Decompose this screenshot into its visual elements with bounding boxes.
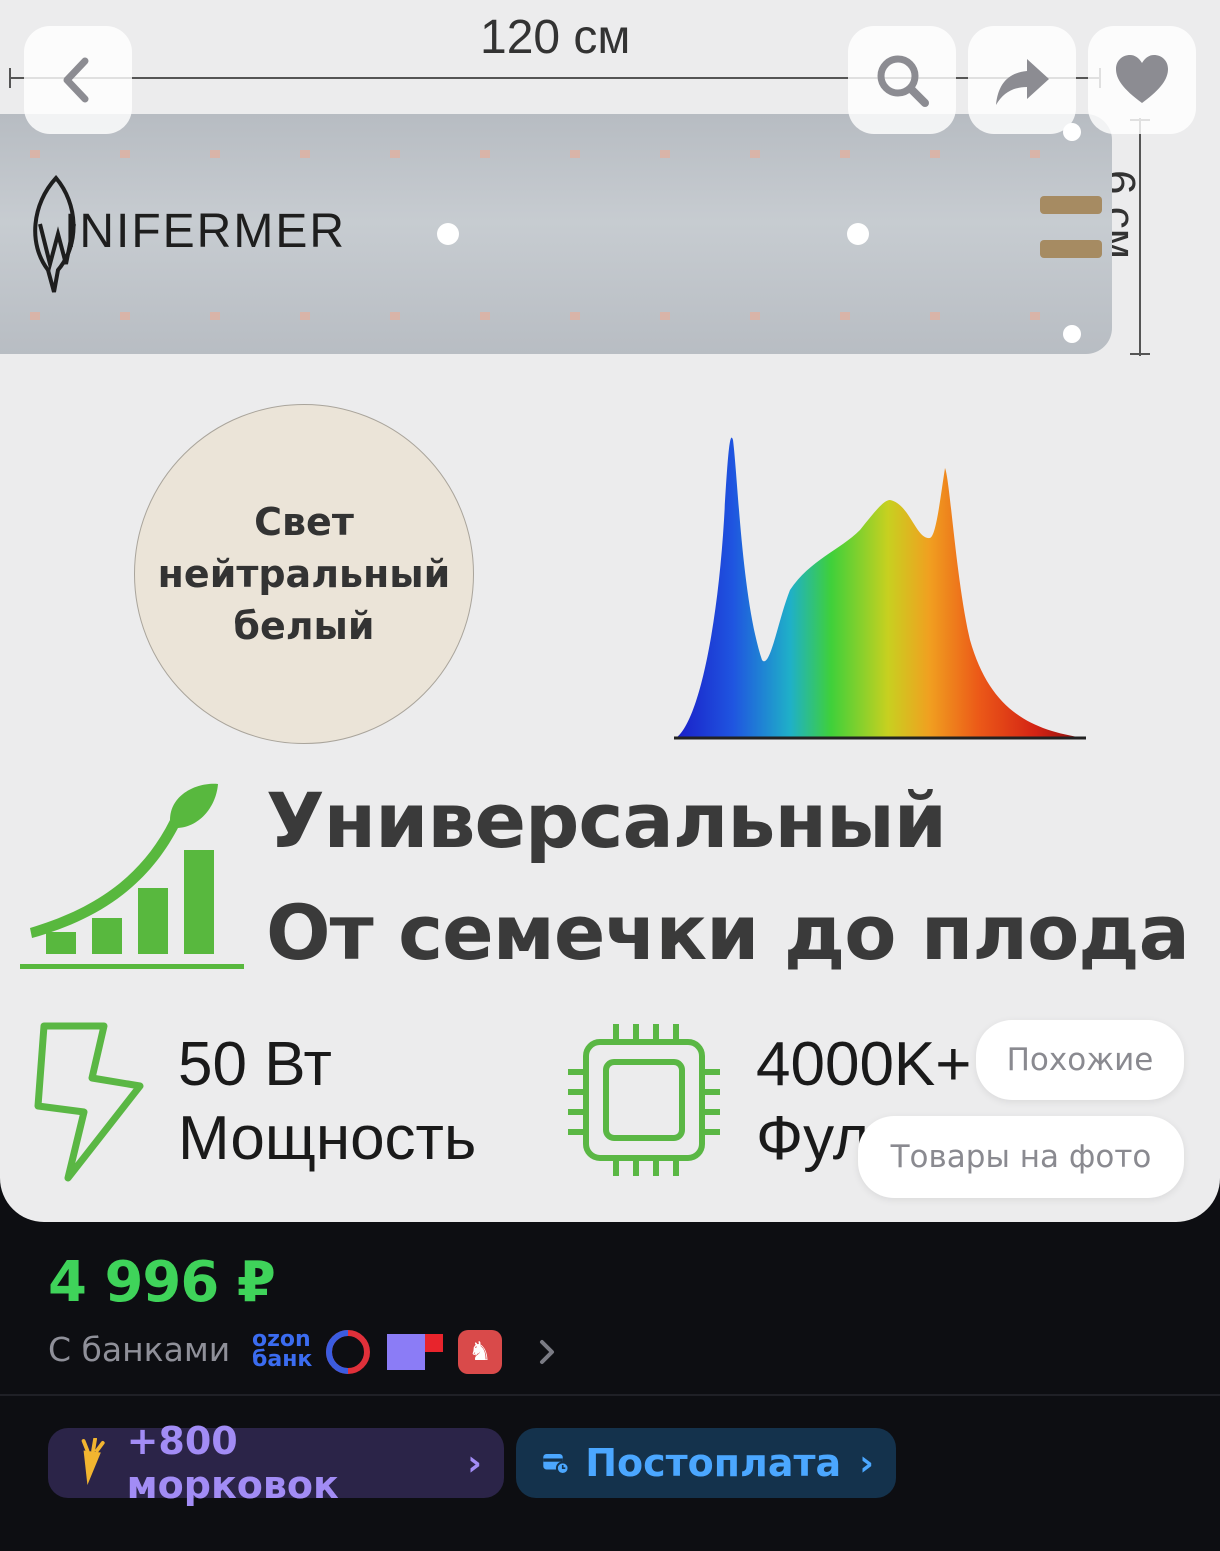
carrots-bonus-chip[interactable]: +800 морковок › <box>48 1419 504 1507</box>
circle-line-3: белый <box>233 604 375 648</box>
chevron-left-icon <box>63 57 89 103</box>
search-icon <box>877 55 929 107</box>
circle-line-2: нейтральный <box>157 552 451 596</box>
circle-line-1: Свет <box>254 500 354 544</box>
led-strip-image: INIFERMER <box>0 114 1112 354</box>
carrot-icon <box>81 1438 105 1486</box>
chevron-right-icon: › <box>467 1442 482 1484</box>
product-price: 4 996 ₽ <box>48 1250 276 1315</box>
banks-row[interactable]: С банками ozon банк ♞ <box>0 1320 600 1384</box>
back-button[interactable] <box>24 26 132 134</box>
postpay-label: Постоплата <box>585 1441 842 1485</box>
chip-icon <box>568 1024 720 1176</box>
brand-name: INIFERMER <box>64 205 346 258</box>
share-icon <box>996 59 1049 105</box>
bank-logo-square <box>387 1334 443 1370</box>
headline-seed-to-fruit: От семечки до плода <box>266 888 1190 977</box>
power-spec: 50 Вт Мощность <box>178 1028 476 1176</box>
products-on-photo-button[interactable]: Товары на фото <box>858 1116 1184 1198</box>
temperature-value: 4000K+ <box>756 1030 972 1099</box>
power-value: 50 Вт <box>178 1030 332 1099</box>
ozon-bank-logo: ozon банк <box>252 1327 313 1372</box>
lightning-icon <box>34 1022 144 1182</box>
wallet-clock-icon <box>543 1453 570 1475</box>
bank-logo-round <box>326 1330 370 1374</box>
divider <box>0 1394 1220 1396</box>
growth-chart-icon <box>20 783 244 969</box>
search-button[interactable] <box>848 26 956 134</box>
chevron-right-icon: › <box>859 1442 874 1484</box>
power-label: Мощность <box>178 1104 477 1173</box>
light-spectrum-graphic <box>674 437 1086 740</box>
bank-logo-red: ♞ <box>458 1330 502 1374</box>
share-button[interactable] <box>968 26 1076 134</box>
similar-products-button[interactable]: Похожие <box>976 1020 1184 1100</box>
favorite-button[interactable] <box>1088 26 1196 134</box>
width-label: 120 см <box>480 11 631 64</box>
carrots-bonus-label: +800 морковок <box>126 1419 339 1507</box>
product-photo[interactable]: 120 см 6 см INIFERMER Свет нейтральный б… <box>0 0 1220 1222</box>
light-type-circle: Свет нейтральный белый <box>134 404 474 744</box>
banks-label: С банками <box>48 1330 231 1369</box>
heart-icon <box>1116 55 1168 103</box>
postpay-chip[interactable]: Постоплата › <box>516 1428 896 1498</box>
chevron-right-icon <box>540 1340 554 1364</box>
headline-universal: Универсальный <box>266 776 947 865</box>
